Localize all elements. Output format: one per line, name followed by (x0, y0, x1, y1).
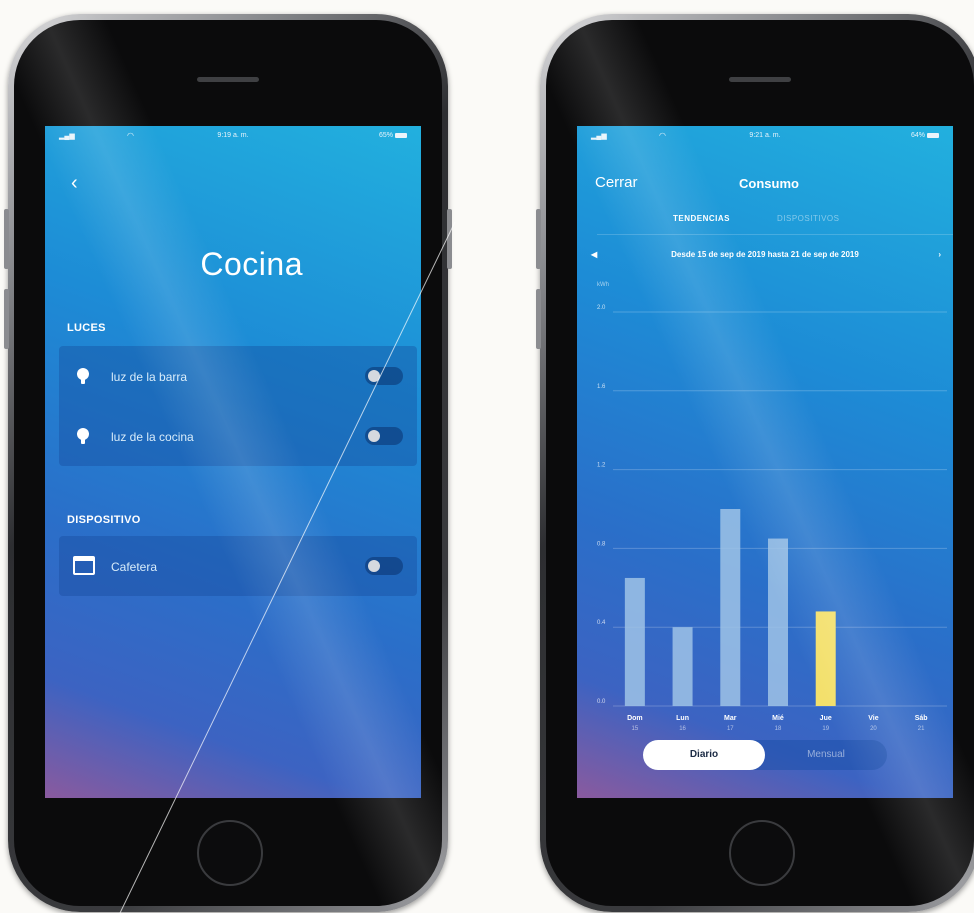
charging-cable (119, 221, 456, 913)
